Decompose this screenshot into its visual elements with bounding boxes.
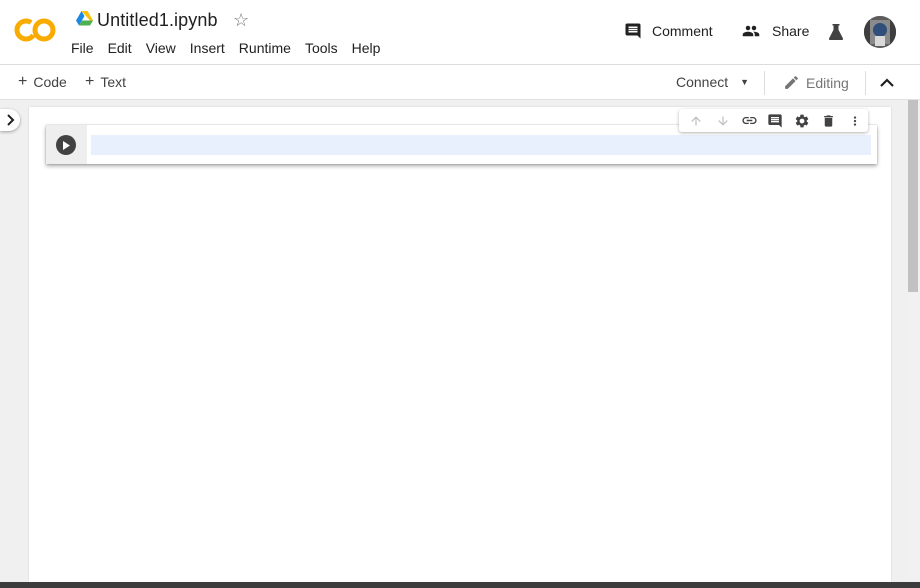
star-icon[interactable]: ☆ — [233, 10, 249, 30]
menu-insert[interactable]: Insert — [183, 40, 232, 56]
people-icon — [742, 25, 760, 37]
comment-icon — [625, 23, 641, 39]
plus-icon: + — [85, 73, 95, 90]
chevron-up-icon[interactable] — [878, 75, 896, 91]
editing-label: Editing — [806, 74, 849, 91]
comment-button[interactable]: Comment — [624, 22, 713, 40]
menu-file[interactable]: File — [71, 40, 101, 56]
plus-icon: + — [18, 73, 28, 90]
add-text-button[interactable]: + Text — [85, 73, 127, 91]
cell-toolbar — [679, 109, 868, 132]
avatar-image — [864, 16, 896, 48]
connect-label: Connect — [676, 74, 729, 90]
menu-runtime[interactable]: Runtime — [232, 40, 298, 56]
bottom-bar — [0, 582, 920, 588]
run-cell-button[interactable] — [56, 135, 76, 155]
sidebar-toggle[interactable] — [0, 109, 20, 131]
add-code-label: Code — [33, 74, 67, 90]
google-drive-icon[interactable] — [76, 11, 93, 26]
menu-help[interactable]: Help — [345, 40, 388, 56]
share-button[interactable]: Share — [740, 22, 809, 40]
editing-mode-button[interactable]: Editing — [783, 74, 849, 91]
app-header: Untitled1.ipynb ☆ File Edit View Insert … — [0, 0, 920, 65]
menu-view[interactable]: View — [139, 40, 183, 56]
add-text-label: Text — [100, 74, 127, 90]
toolbar-divider — [865, 71, 866, 95]
scrollbar-thumb[interactable] — [908, 100, 918, 292]
play-icon — [63, 140, 70, 150]
link-icon[interactable] — [736, 109, 762, 132]
add-code-button[interactable]: + Code — [18, 73, 67, 91]
notebook-area — [0, 100, 920, 582]
menu-bar: File Edit View Insert Runtime Tools Help — [71, 40, 387, 56]
code-editor[interactable] — [91, 135, 871, 155]
avatar[interactable] — [864, 16, 896, 48]
trash-icon[interactable] — [815, 109, 841, 132]
connect-button[interactable]: Connect ▼ — [676, 74, 749, 90]
pencil-icon — [785, 76, 798, 89]
menu-edit[interactable]: Edit — [101, 40, 139, 56]
arrow-up-icon[interactable] — [683, 109, 709, 132]
notebook-page — [29, 107, 891, 582]
comment-icon[interactable] — [762, 109, 788, 132]
gear-icon[interactable] — [789, 109, 815, 132]
arrow-down-icon[interactable] — [709, 109, 735, 132]
share-label: Share — [772, 23, 810, 39]
chevron-right-icon — [7, 114, 15, 126]
more-vert-icon[interactable] — [842, 109, 868, 132]
comment-label: Comment — [652, 23, 713, 39]
menu-tools[interactable]: Tools — [298, 40, 345, 56]
notebook-toolbar: + Code + Text Connect ▼ Editing — [0, 65, 920, 100]
caret-down-icon[interactable]: ▼ — [740, 77, 749, 87]
cell-gutter — [46, 125, 87, 164]
toolbar-divider — [764, 71, 765, 95]
flask-icon[interactable] — [826, 22, 846, 42]
scrollbar[interactable] — [906, 100, 920, 582]
colab-logo[interactable] — [14, 15, 56, 45]
notebook-title[interactable]: Untitled1.ipynb — [97, 10, 218, 31]
